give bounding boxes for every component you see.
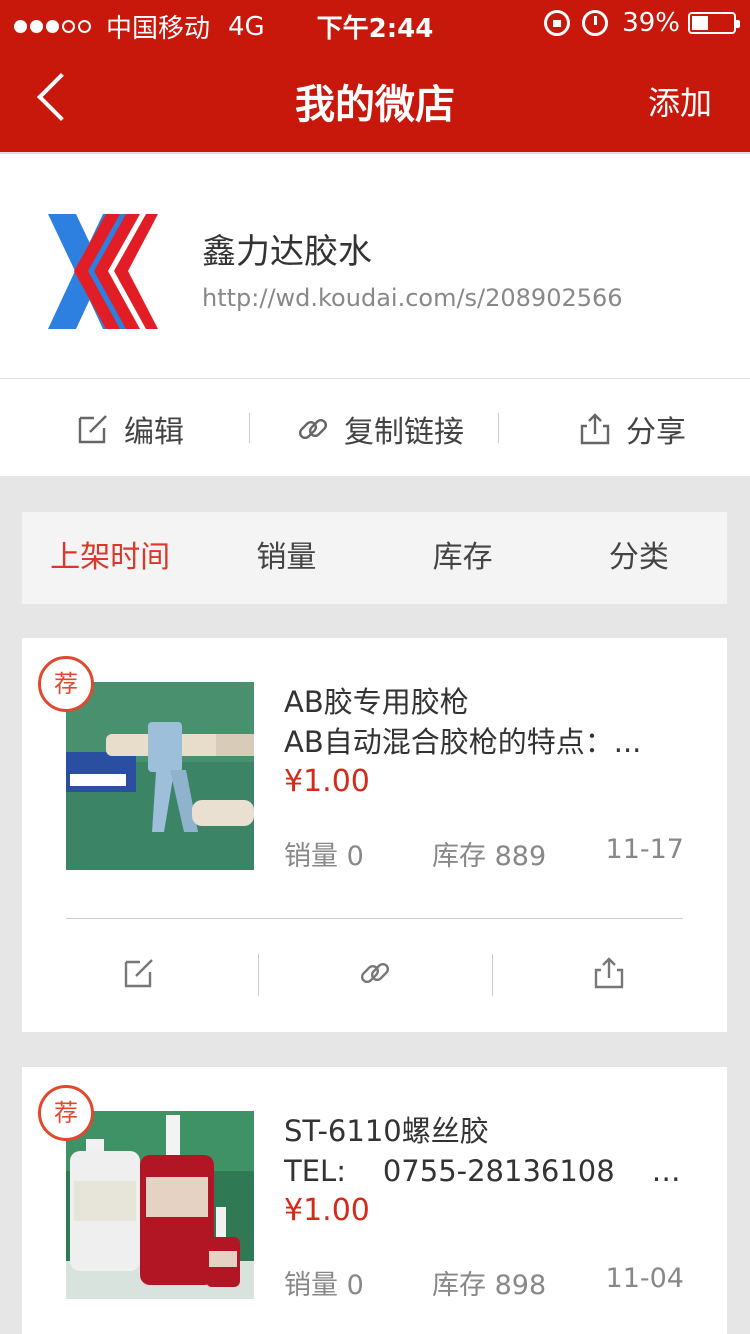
- share-icon: [580, 413, 610, 445]
- alarm-icon: [582, 10, 609, 36]
- divider: [258, 954, 259, 996]
- recommend-badge: 荐: [38, 656, 94, 712]
- divider: [498, 413, 499, 443]
- edit-label: 编辑: [124, 415, 184, 450]
- product-sales: 销量 0: [284, 1270, 364, 1301]
- product-card[interactable]: 荐 AB胶专用胶枪 AB自动混合胶枪的特点：... ¥1.00 销量 0 库存 …: [22, 638, 727, 1032]
- product-date: 11-04: [605, 1263, 684, 1294]
- product-stock: 库存 889: [432, 841, 547, 872]
- copy-link-button[interactable]: 复制链接: [296, 407, 464, 451]
- shop-logo: [48, 214, 158, 329]
- product-date: 11-17: [605, 834, 684, 865]
- nav-bar: 我的微店 添加: [0, 48, 750, 152]
- share-label: 分享: [626, 415, 686, 450]
- rotation-lock-icon: [544, 10, 571, 36]
- product-title: AB胶专用胶枪: [284, 685, 469, 719]
- tab-category[interactable]: 分类: [551, 512, 727, 604]
- product-title: ST-6110螺丝胶: [284, 1114, 489, 1148]
- shop-actions: 编辑 复制链接 分享: [0, 378, 750, 476]
- product-price: ¥1.00: [284, 1193, 370, 1228]
- status-bar: 中国移动 4G 下午2:44 39%: [0, 0, 750, 48]
- page-title: 我的微店: [295, 82, 455, 128]
- divider: [249, 413, 250, 443]
- product-price: ¥1.00: [284, 764, 370, 799]
- product-sales: 销量 0: [284, 841, 364, 872]
- product-image: [66, 1111, 254, 1299]
- product-image: [66, 682, 254, 870]
- product-description: TEL: 0755-28136108 8...: [284, 1154, 684, 1188]
- add-button[interactable]: 添加: [648, 78, 712, 124]
- product-edit-icon[interactable]: [122, 956, 156, 990]
- shop-url[interactable]: http://wd.koudai.com/s/208902566: [202, 284, 623, 312]
- shop-header: 鑫力达胶水 http://wd.koudai.com/s/208902566: [0, 152, 750, 378]
- divider: [66, 918, 683, 919]
- battery-percent: 39%: [622, 8, 680, 38]
- product-stock: 库存 898: [432, 1270, 547, 1301]
- recommend-badge: 荐: [38, 1085, 94, 1141]
- product-share-icon[interactable]: [592, 956, 626, 990]
- product-link-icon[interactable]: [358, 956, 392, 990]
- product-card[interactable]: 荐 ST-6110螺丝胶 TEL: 0755-28136108 8... ¥1.…: [22, 1067, 727, 1334]
- copy-link-label: 复制链接: [344, 415, 464, 450]
- sort-tabs: 上架时间 销量 库存 分类: [22, 512, 727, 604]
- shop-name: 鑫力达胶水: [202, 232, 372, 272]
- product-description: AB自动混合胶枪的特点：...: [284, 725, 642, 759]
- top-bar: 中国移动 4G 下午2:44 39% 我的微店 添加: [0, 0, 750, 152]
- tab-stock[interactable]: 库存: [375, 512, 551, 604]
- link-icon: [298, 418, 328, 440]
- tab-sales[interactable]: 销量: [198, 512, 374, 604]
- share-button[interactable]: 分享: [578, 407, 686, 451]
- edit-button[interactable]: 编辑: [76, 407, 184, 451]
- divider: [492, 954, 493, 996]
- battery-icon: [688, 12, 740, 34]
- edit-icon: [78, 415, 107, 444]
- tab-listing-time[interactable]: 上架时间: [22, 512, 198, 604]
